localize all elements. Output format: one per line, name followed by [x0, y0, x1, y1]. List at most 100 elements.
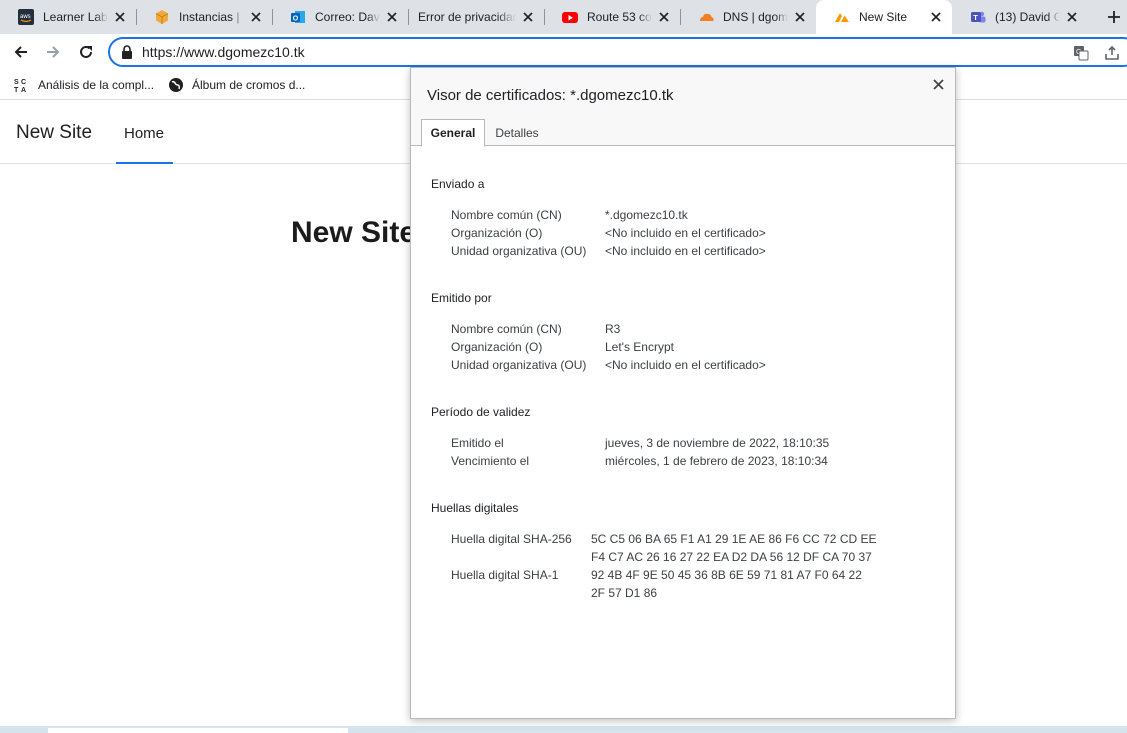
tab-title: DNS | dgomez: [723, 10, 788, 24]
teams-icon: T: [970, 9, 986, 25]
translate-icon[interactable]: G: [1072, 44, 1090, 62]
url-text[interactable]: https://www.dgomezc10.tk: [142, 44, 305, 60]
field-label: Emitido el: [451, 436, 504, 450]
youtube-icon: [562, 9, 578, 25]
svg-text:aws: aws: [20, 14, 31, 20]
browser-tab[interactable]: T (13) David Go: [952, 0, 1088, 34]
field-label: Organización (O): [451, 340, 543, 354]
browser-tab-active[interactable]: New Site: [816, 0, 952, 34]
bookmark-item[interactable]: SCTA Análisis de la compl...: [14, 76, 154, 94]
section-heading-fingerprints: Huellas digitales: [431, 501, 519, 515]
browser-toolbar: https://www.dgomezc10.tk G: [0, 34, 1127, 70]
field-row: Unidad organizativa (OU) <No incluido en…: [451, 244, 951, 262]
section-heading-issued-to: Enviado a: [431, 177, 485, 191]
globe-icon: [169, 78, 183, 92]
outlook-icon: O: [290, 9, 306, 25]
tab-title: Learner Lab -: [43, 10, 108, 24]
field-value: Let's Encrypt: [605, 340, 674, 354]
field-label: Unidad organizativa (OU): [451, 244, 587, 258]
close-icon[interactable]: [656, 9, 672, 25]
field-value: 2F 57 D1 86: [591, 586, 658, 600]
nav-home-link[interactable]: Home: [116, 103, 173, 164]
share-icon[interactable]: [1103, 44, 1121, 62]
close-icon[interactable]: [1064, 9, 1080, 25]
browser-tab[interactable]: aws Learner Lab -: [0, 0, 136, 34]
close-icon[interactable]: [928, 9, 944, 25]
nav-home-label: Home: [124, 125, 165, 142]
amplify-icon: [834, 9, 850, 25]
field-row: Organización (O) Let's Encrypt: [451, 340, 951, 358]
arrow-left-icon: [14, 46, 27, 58]
close-icon[interactable]: [248, 9, 264, 25]
close-icon[interactable]: [792, 9, 808, 25]
bookmark-label: Álbum de cromos d...: [192, 78, 306, 92]
back-button[interactable]: [9, 40, 33, 64]
field-label: Vencimiento el: [451, 454, 530, 468]
svg-text:O: O: [293, 15, 299, 22]
bookmark-label: Análisis de la compl...: [38, 78, 155, 92]
field-label: Huella digital SHA-256: [451, 532, 572, 546]
field-row: Nombre común (CN) *.dgomezc10.tk: [451, 208, 951, 226]
tab-title: New Site: [859, 10, 908, 24]
svg-text:T: T: [14, 87, 19, 93]
browser-tab[interactable]: Instancias | EC: [136, 0, 272, 34]
reload-button[interactable]: [74, 40, 98, 64]
plus-icon: [1108, 11, 1120, 23]
field-row: Huella digital SHA-256 5C C5 06 BA 65 F1…: [451, 532, 951, 568]
field-row: Unidad organizativa (OU) <No incluido en…: [451, 358, 951, 376]
field-row: Huella digital SHA-1 92 4B 4F 9E 50 45 3…: [451, 568, 951, 604]
field-row: Nombre común (CN) R3: [451, 322, 951, 340]
close-icon[interactable]: [930, 76, 946, 92]
section-heading-validity: Período de validez: [431, 405, 531, 419]
svg-text:S: S: [14, 79, 19, 86]
field-value: 5C C5 06 BA 65 F1 A1 29 1E AE 86 F6 CC 7…: [591, 532, 877, 546]
reload-icon: [80, 45, 92, 58]
close-icon[interactable]: [112, 9, 128, 25]
field-value: miércoles, 1 de febrero de 2023, 18:10:3…: [605, 454, 828, 468]
field-label: Unidad organizativa (OU): [451, 358, 587, 372]
aws-box-icon: [154, 9, 170, 25]
tab-title: (13) David Go: [995, 10, 1060, 24]
svg-text:C: C: [21, 79, 26, 86]
field-row: Organización (O) <No incluido en el cert…: [451, 226, 951, 244]
field-label: Nombre común (CN): [451, 208, 562, 222]
chart-icon: S CT A: [14, 79, 26, 93]
bookmark-item[interactable]: Álbum de cromos d...: [168, 76, 305, 94]
svg-text:T: T: [973, 13, 978, 22]
tab-title: Instancias | EC: [179, 10, 244, 24]
field-value: <No incluido en el certificado>: [605, 244, 766, 258]
field-row: Vencimiento el miércoles, 1 de febrero d…: [451, 454, 951, 472]
forward-button[interactable]: [41, 40, 65, 64]
lock-icon[interactable]: [121, 45, 133, 62]
browser-tab[interactable]: Error de privacidad: [408, 0, 544, 34]
field-label: Organización (O): [451, 226, 543, 240]
field-value: 92 4B 4F 9E 50 45 36 8B 6E 59 71 81 A7 F…: [591, 568, 862, 582]
section-heading-issued-by: Emitido por: [431, 291, 492, 305]
hero-title: New Site: [291, 216, 417, 249]
close-icon[interactable]: [384, 9, 400, 25]
tab-general[interactable]: General: [421, 119, 485, 147]
aws-icon: aws: [18, 9, 34, 25]
field-value: *.dgomezc10.tk: [605, 208, 688, 222]
tab-title: Error de privacidad: [418, 10, 516, 24]
address-bar[interactable]: https://www.dgomezc10.tk G: [108, 37, 1127, 67]
close-icon[interactable]: [520, 9, 536, 25]
certificate-viewer-dialog: Visor de certificados: *.dgomezc10.tk Ge…: [410, 67, 956, 719]
field-value: F4 C7 AC 26 16 27 22 EA D2 DA 56 12 DF C…: [591, 550, 872, 564]
browser-tab[interactable]: Route 53 con: [544, 0, 680, 34]
field-value: R3: [605, 322, 621, 336]
field-label: Huella digital SHA-1: [451, 568, 559, 582]
svg-text:A: A: [21, 87, 26, 93]
tab-title: Route 53 con: [587, 10, 652, 24]
browser-tab[interactable]: DNS | dgomez: [680, 0, 816, 34]
dialog-title: Visor de certificados: *.dgomezc10.tk: [427, 87, 674, 104]
browser-tab[interactable]: O Correo: David: [272, 0, 408, 34]
field-value: <No incluido en el certificado>: [605, 358, 766, 372]
field-row: Emitido el jueves, 3 de noviembre de 202…: [451, 436, 951, 454]
arrow-right-icon: [47, 46, 60, 58]
site-brand[interactable]: New Site: [16, 122, 92, 144]
new-tab-button[interactable]: [1101, 0, 1127, 34]
field-value: jueves, 3 de noviembre de 2022, 18:10:35: [605, 436, 830, 450]
tab-details[interactable]: Detalles: [489, 119, 545, 146]
field-label: Nombre común (CN): [451, 322, 562, 336]
